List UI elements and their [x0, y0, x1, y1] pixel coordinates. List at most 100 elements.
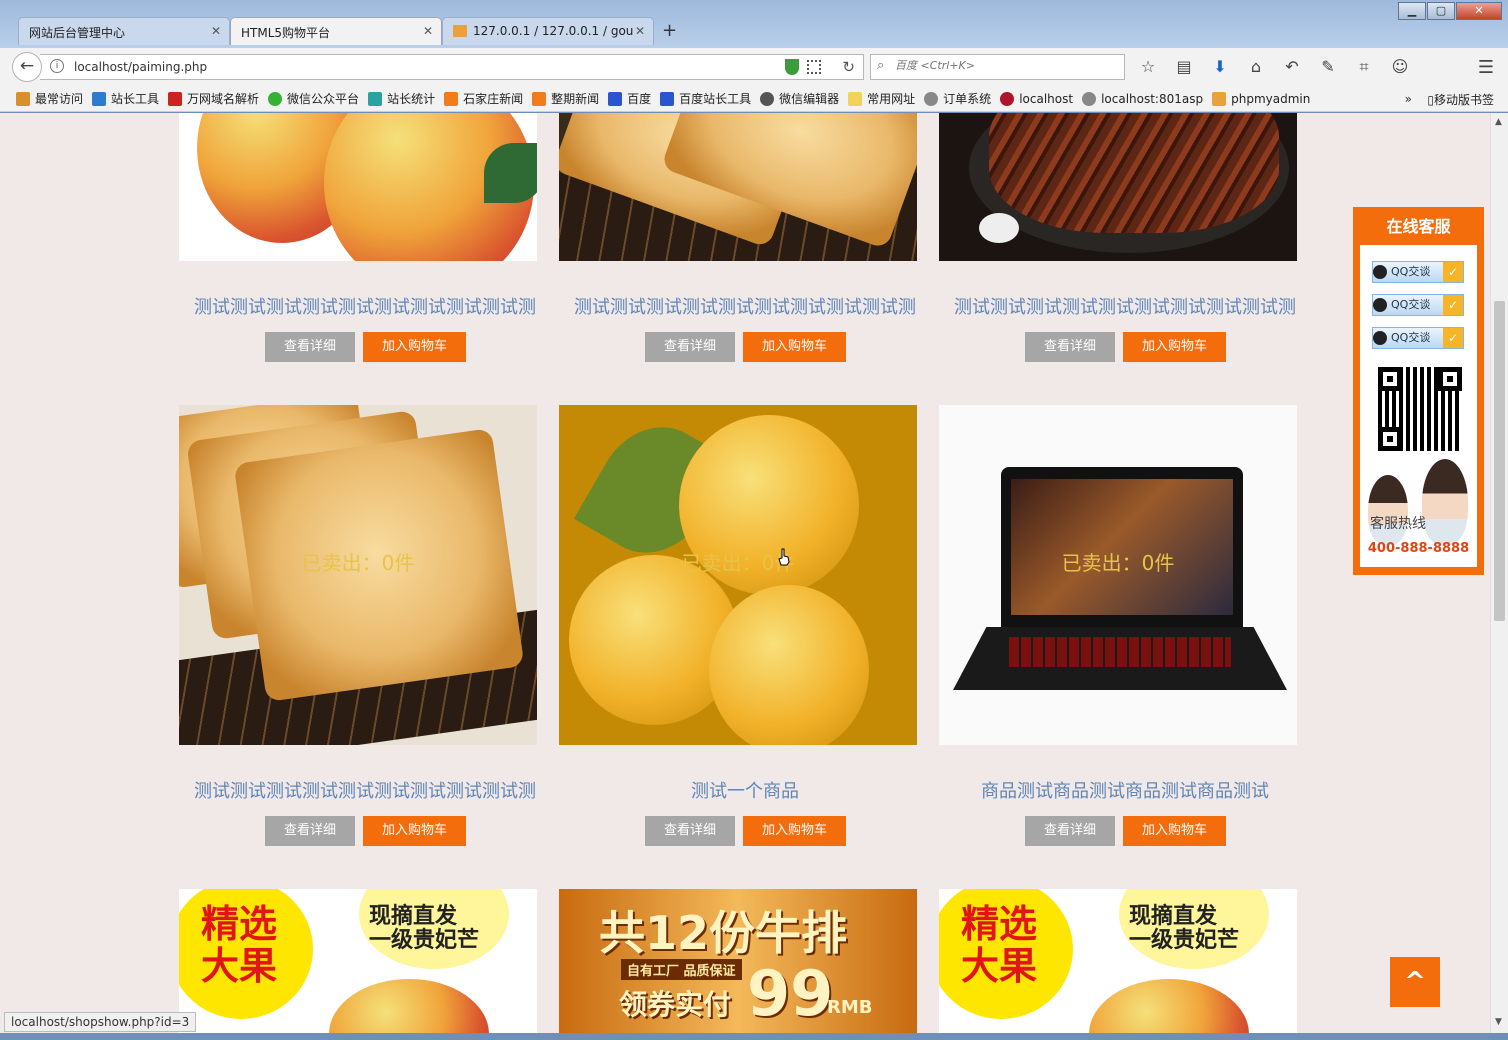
scroll-up-icon[interactable]: ▲	[1495, 117, 1502, 127]
product-image[interactable]: 精选 大果 现摘直发 一级贵妃芒	[939, 889, 1297, 1033]
close-icon[interactable]: ✕	[211, 24, 221, 38]
bookmark-icon	[168, 91, 183, 106]
mobile-bookmarks[interactable]: ▯移动版书签	[1427, 91, 1494, 108]
address-bar[interactable]: i localhost/paiming.php ↻	[40, 54, 864, 80]
product-image[interactable]	[179, 113, 537, 261]
close-icon[interactable]: ✕	[635, 24, 645, 38]
tab-shop[interactable]: HTML5购物平台 ✕	[230, 17, 442, 45]
view-detail-button[interactable]: 查看详细	[265, 816, 355, 846]
bookmark-item[interactable]: 最常访问	[16, 90, 83, 107]
bookmark-item[interactable]: 万网域名解析	[168, 90, 259, 107]
product-image[interactable]: 已卖出：0件	[559, 405, 917, 745]
product-name[interactable]: 测试测试测试测试测试测试测试测试测试测	[179, 777, 551, 803]
globe-icon	[924, 91, 939, 106]
qq-chat-label: QQ交谈	[1391, 265, 1431, 278]
bookmarks-overflow[interactable]: »	[1405, 92, 1412, 106]
tab-admin[interactable]: 网站后台管理中心 ✕	[18, 17, 230, 45]
bookmark-label: 最常访问	[35, 92, 84, 106]
product-name[interactable]: 测试测试测试测试测试测试测试测试测试测	[559, 293, 931, 319]
bookmark-item[interactable]: 石家庄新闻	[444, 90, 523, 107]
bookmark-label: 站长统计	[387, 92, 436, 106]
reload-icon[interactable]: ↻	[842, 58, 855, 76]
url-text[interactable]: localhost/paiming.php	[74, 60, 207, 74]
qq-penguin-icon	[1373, 265, 1387, 279]
profile-icon[interactable]: ☺	[1388, 56, 1412, 78]
add-to-cart-button[interactable]: 加入购物车	[743, 332, 846, 362]
product-image[interactable]: 已卖出：0件	[179, 405, 537, 745]
view-detail-button[interactable]: 查看详细	[265, 332, 355, 362]
download-icon[interactable]: ⬇	[1208, 56, 1232, 78]
product-name[interactable]: 测试一个商品	[559, 777, 931, 803]
add-to-cart-button[interactable]: 加入购物车	[1123, 332, 1226, 362]
tab-phpmyadmin[interactable]: 127.0.0.1 / 127.0.0.1 / gou ✕	[442, 17, 654, 45]
back-to-top-button[interactable]: ^	[1390, 957, 1440, 1007]
qq-chat-button[interactable]: QQ交谈 ✓	[1372, 327, 1464, 349]
bookmark-label: localhost	[1019, 91, 1074, 106]
bookmark-item[interactable]: 整期新闻	[532, 90, 599, 107]
product-image[interactable]	[559, 113, 917, 261]
back-button[interactable]: ←	[12, 52, 42, 82]
view-detail-button[interactable]: 查看详细	[1025, 332, 1115, 362]
bookmark-item[interactable]: 站长统计	[368, 90, 435, 107]
home-icon[interactable]: ⌂	[1244, 56, 1268, 78]
scroll-down-icon[interactable]: ▼	[1495, 1017, 1502, 1027]
crop-icon[interactable]: ⌗	[1352, 56, 1376, 78]
bookmark-item[interactable]: 百度	[608, 90, 651, 107]
service-title: 在线客服	[1386, 217, 1451, 236]
product-name[interactable]: 商品测试商品测试商品测试商品测试	[939, 777, 1311, 803]
info-icon[interactable]: i	[50, 59, 64, 73]
bookmark-label: 微信公众平台	[287, 92, 360, 106]
add-to-cart-button[interactable]: 加入购物车	[1123, 816, 1226, 846]
add-to-cart-button[interactable]: 加入购物车	[363, 816, 466, 846]
bookmark-item[interactable]: localhost:801asp	[1082, 91, 1203, 106]
view-detail-button[interactable]: 查看详细	[645, 332, 735, 362]
minimize-icon[interactable]: ▁	[1398, 2, 1426, 20]
search-input[interactable]	[895, 59, 1115, 72]
sold-count: 已卖出：0件	[301, 551, 415, 575]
reading-list-icon[interactable]: ▤	[1172, 56, 1196, 78]
nav-toolbar: i localhost/paiming.php ↻ ← ⌕ ☆ ▤ ⬇ ⌂ ↶ …	[0, 48, 1508, 86]
bookmark-item[interactable]: 微信编辑器	[760, 90, 839, 107]
new-tab-button[interactable]: +	[662, 20, 677, 41]
browser-titlebar: 网站后台管理中心 ✕ HTML5购物平台 ✕ 127.0.0.1 / 127.0…	[0, 0, 1508, 48]
view-detail-button[interactable]: 查看详细	[1025, 816, 1115, 846]
banner-headline: 共12份牛排	[599, 906, 848, 960]
qq-chat-button[interactable]: QQ交谈 ✓	[1372, 294, 1464, 316]
bookmark-item[interactable]: 站长工具	[92, 90, 159, 107]
bookmark-item[interactable]: 常用网址	[848, 90, 915, 107]
product-image[interactable]	[939, 113, 1297, 261]
bookmark-icon	[16, 91, 30, 106]
bookmark-item[interactable]: phpmyadmin	[1212, 91, 1310, 106]
close-icon[interactable]: ✕	[423, 24, 433, 38]
star-icon[interactable]: ☆	[1136, 56, 1160, 78]
page-content: 测试测试测试测试测试测试测试测试测试测 查看详细 加入购物车 测试测试测试测试测…	[0, 113, 1490, 1033]
close-window-icon[interactable]: ✕	[1456, 2, 1502, 20]
product-image[interactable]: 精选 大果 现摘直发 一级贵妃芒	[179, 889, 537, 1033]
qq-chat-label: QQ交谈	[1391, 298, 1431, 311]
add-to-cart-button[interactable]: 加入购物车	[743, 816, 846, 846]
bookmark-label: 常用网址	[867, 92, 916, 106]
qr-code-icon[interactable]	[807, 60, 821, 74]
menu-icon[interactable]: ☰	[1478, 57, 1494, 78]
product-name[interactable]: 测试测试测试测试测试测试测试测试测试测	[179, 293, 551, 319]
page-scrollbar[interactable]: ▲ ▼	[1490, 113, 1508, 1033]
add-to-cart-button[interactable]: 加入购物车	[363, 332, 466, 362]
product-image[interactable]: 共12份牛排 自有工厂 品质保证 领券实付 99 RMB	[559, 889, 917, 1033]
scrollbar-thumb[interactable]	[1494, 301, 1505, 621]
hotline-number: 400-888-8888	[1367, 541, 1470, 556]
baidu-icon	[608, 91, 623, 106]
qq-chat-button[interactable]: QQ交谈 ✓	[1372, 261, 1464, 283]
view-detail-button[interactable]: 查看详细	[645, 816, 735, 846]
bookmark-item[interactable]: 订单系统	[924, 90, 991, 107]
product-name[interactable]: 测试测试测试测试测试测试测试测试测试测	[939, 293, 1311, 319]
bookmark-item[interactable]: 微信公众平台	[268, 90, 359, 107]
shield-icon[interactable]	[785, 59, 799, 75]
undo-icon[interactable]: ↶	[1280, 56, 1304, 78]
product-image[interactable]: 已卖出：0件	[939, 405, 1297, 745]
status-url: localhost/shopshow.php?id=3	[4, 1012, 197, 1032]
extension-icon[interactable]: ✎	[1316, 56, 1340, 78]
search-box[interactable]: ⌕	[870, 54, 1125, 80]
bookmark-item[interactable]: localhost	[1000, 91, 1074, 106]
bookmark-item[interactable]: 百度站长工具	[660, 90, 751, 107]
maximize-icon[interactable]: ▢	[1427, 2, 1455, 20]
